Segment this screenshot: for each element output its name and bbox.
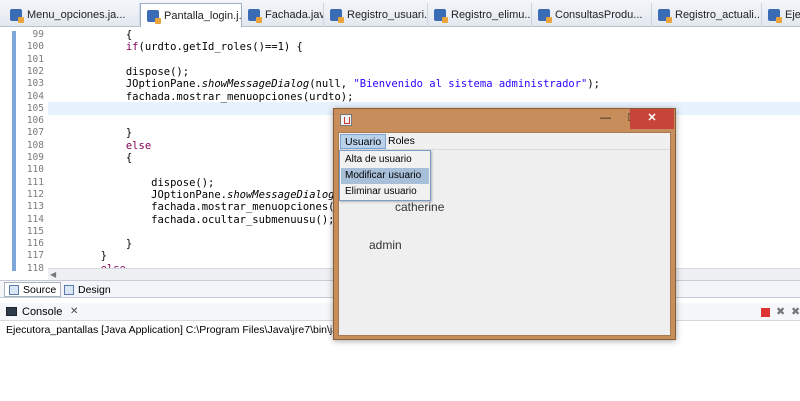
line-number: 99 xyxy=(32,29,44,40)
usuario-dropdown-menu: Alta de usuario Modificar usuario Elimin… xyxy=(339,150,431,201)
code-line: fachada.mostrar_menuopciones(urdto); xyxy=(50,90,354,103)
code-line: else xyxy=(125,139,152,152)
code-line: } xyxy=(50,127,133,140)
code-line: { xyxy=(50,29,133,41)
line-number: 103 xyxy=(26,78,44,90)
source-icon xyxy=(9,284,19,295)
line-number: 114 xyxy=(26,213,44,225)
code-line: dispose(); xyxy=(50,176,215,189)
design-tab[interactable]: Design xyxy=(60,282,115,297)
line-number: 100 xyxy=(26,41,44,53)
java-file-icon xyxy=(658,9,672,23)
java-file-icon xyxy=(248,9,262,23)
tab-registro-eliminar[interactable]: Registro_elimu... xyxy=(428,3,532,27)
line-number: 107 xyxy=(26,127,44,139)
minimize-button[interactable]: — xyxy=(592,109,619,129)
menu-roles[interactable]: Roles xyxy=(384,134,419,149)
remove-all-icon[interactable]: ✖ xyxy=(791,305,800,318)
code-line: JOptionPane.showMessageDialog(null, "Bie… xyxy=(50,78,601,91)
source-tab[interactable]: Source xyxy=(4,282,62,297)
code-line: } xyxy=(50,250,107,263)
line-number: 118 xyxy=(26,262,44,274)
remove-launch-icon[interactable]: ✖ xyxy=(776,305,785,318)
java-app-window: — ☐ ✕ Usuario Roles Alta de usuario Modi… xyxy=(333,108,676,340)
close-window-button[interactable]: ✕ xyxy=(630,109,674,129)
tab-consultas-productos[interactable]: ConsultasProdu... xyxy=(532,3,652,27)
line-number: 112 xyxy=(26,188,44,200)
window-content: Usuario Roles Alta de usuario Modificar … xyxy=(338,132,671,336)
menu-usuario[interactable]: Usuario xyxy=(340,134,387,149)
code-line: fachada.ocultar_submenuusu(); xyxy=(50,213,335,226)
line-number-gutter: 99 100 101 102 103 104 105 106 107 108 109 110 111 11… xyxy=(0,27,48,280)
code-line: dispose(); xyxy=(50,65,190,78)
scroll-left-icon[interactable]: ◀ xyxy=(50,270,56,279)
tab-fachada[interactable]: Fachada.java xyxy=(242,3,324,27)
line-number: 117 xyxy=(26,250,44,262)
close-console-icon[interactable]: ✕ xyxy=(70,306,78,317)
menu-item-alta-usuario[interactable]: Alta de usuario xyxy=(341,152,429,168)
code-line: } xyxy=(50,238,133,251)
line-number: 116 xyxy=(26,238,44,250)
tab-pantalla-login[interactable]: Pantalla_login.j... ✕ xyxy=(140,3,242,27)
line-number: 101 xyxy=(26,53,44,65)
change-marker xyxy=(12,31,16,271)
line-number: 102 xyxy=(26,65,44,77)
java-app-icon xyxy=(340,114,352,126)
console-output: Ejecutora_pantallas [Java Application] C… xyxy=(6,324,377,336)
role-label: admin xyxy=(369,238,402,252)
java-file-icon xyxy=(147,9,161,24)
line-number: 105 xyxy=(26,102,44,114)
java-file-icon xyxy=(330,9,344,23)
line-number: 106 xyxy=(26,115,44,127)
tab-registro-actualizar[interactable]: Registro_actuali... xyxy=(652,3,762,27)
terminate-icon[interactable] xyxy=(761,308,770,317)
line-number: 113 xyxy=(26,201,44,213)
line-number: 109 xyxy=(26,152,44,163)
menu-bar: Usuario Roles xyxy=(339,133,670,150)
window-title-bar[interactable]: — ☐ ✕ xyxy=(334,109,675,132)
line-number: 110 xyxy=(26,164,44,176)
java-file-icon xyxy=(434,9,448,23)
console-title[interactable]: Console xyxy=(22,306,62,318)
line-number: 111 xyxy=(26,176,44,188)
tab-menu-opciones[interactable]: Menu_opciones.ja... xyxy=(4,3,140,27)
tab-ejecutora[interactable]: Ejecu xyxy=(762,3,800,27)
code-line: fachada.mostrar_menuopciones(u xyxy=(50,201,341,214)
line-number: 104 xyxy=(26,90,44,102)
console-icon xyxy=(6,307,17,316)
code-line: if(urdto.getId_roles()==1) { xyxy=(125,41,303,54)
java-file-icon xyxy=(768,9,782,23)
java-file-icon xyxy=(538,9,552,23)
code-line: { xyxy=(50,152,133,164)
menu-item-modificar-usuario[interactable]: Modificar usuario xyxy=(341,168,429,184)
java-file-icon xyxy=(10,9,24,23)
design-icon xyxy=(64,284,74,295)
line-number: 115 xyxy=(26,225,44,237)
line-number: 108 xyxy=(26,139,44,151)
code-line: JOptionPane.showMessageDialog(n xyxy=(50,188,347,201)
username-label: catherine xyxy=(395,200,445,214)
editor-tab-bar: Menu_opciones.ja... Pantalla_login.j... … xyxy=(0,0,800,27)
tab-registro-usuario[interactable]: Registro_usuari... xyxy=(324,3,428,27)
menu-item-eliminar-usuario[interactable]: Eliminar usuario xyxy=(341,184,429,200)
